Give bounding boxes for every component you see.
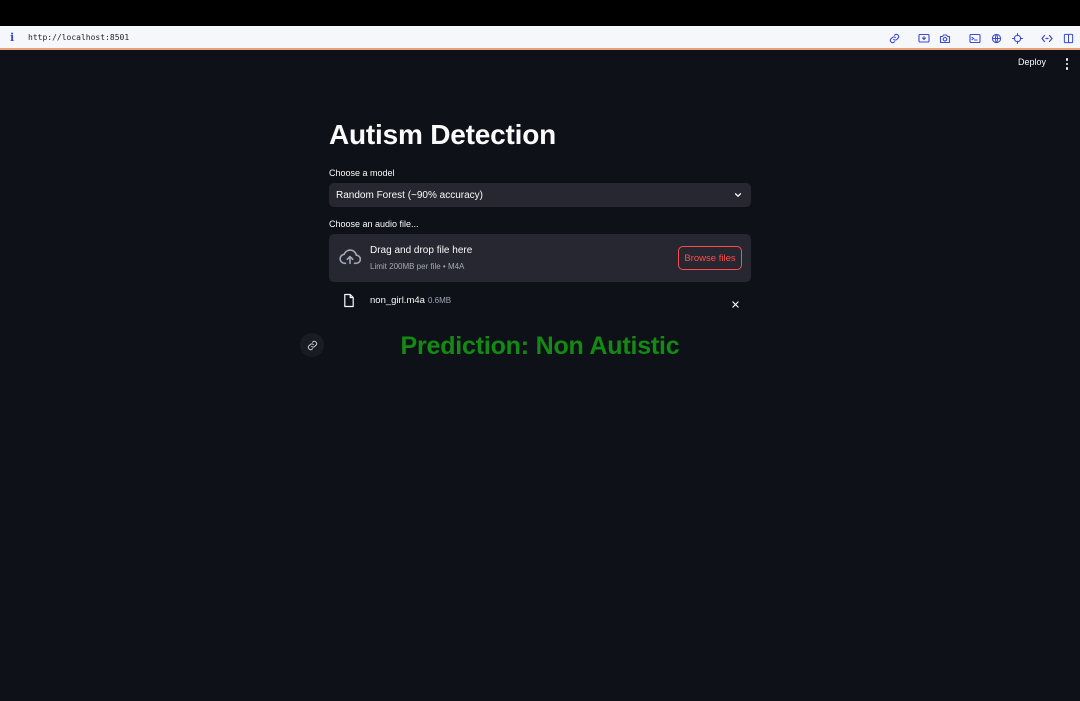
file-dropzone[interactable]: Drag and drop file here Limit 200MB per …	[329, 234, 751, 282]
model-select-label: Choose a model	[329, 168, 395, 178]
remove-file-close-icon[interactable]	[731, 296, 740, 314]
dropzone-title: Drag and drop file here	[370, 245, 473, 256]
dropzone-limit-text: Limit 200MB per file • M4A	[370, 262, 465, 271]
main-content: Autism Detection Choose a model Random F…	[329, 110, 751, 312]
prediction-result: Prediction: Non Autistic	[400, 332, 680, 360]
model-select-value: Random Forest (~90% accuracy)	[336, 189, 484, 201]
deploy-button[interactable]: Deploy	[1018, 57, 1046, 71]
split-view-icon[interactable]	[1062, 32, 1074, 44]
terminal-icon[interactable]	[969, 32, 981, 44]
camera-icon[interactable]	[939, 32, 951, 44]
browser-url-bar[interactable]: i http://localhost:8501	[0, 26, 1080, 50]
link-icon[interactable]	[888, 32, 900, 44]
page-title: Autism Detection	[329, 119, 557, 150]
heading-anchor-link-icon[interactable]	[300, 333, 324, 357]
cloud-upload-icon	[339, 248, 362, 271]
browser-toolbar	[879, 26, 1074, 50]
file-uploader-label: Choose an audio file...	[329, 219, 419, 229]
url-text[interactable]: http://localhost:8501	[28, 33, 129, 42]
uploaded-file-size: 0.6MB	[428, 296, 452, 305]
uploaded-file-row: non_girl.m4a 0.6MB	[329, 288, 751, 312]
globe-icon[interactable]	[990, 32, 1002, 44]
file-icon	[343, 293, 355, 313]
chevron-down-icon[interactable]	[733, 190, 743, 203]
crosshair-icon[interactable]	[1011, 32, 1023, 44]
info-icon[interactable]: i	[10, 31, 20, 44]
screen-capture-icon[interactable]	[918, 32, 930, 44]
uploaded-file-name: non_girl.m4a	[370, 295, 425, 306]
code-icon[interactable]	[1041, 32, 1053, 44]
browse-files-button[interactable]: Browse files	[678, 246, 742, 270]
model-select[interactable]: Random Forest (~90% accuracy)	[329, 183, 751, 207]
kebab-menu-icon[interactable]	[1062, 57, 1072, 71]
screen-top-bar	[0, 0, 1080, 26]
